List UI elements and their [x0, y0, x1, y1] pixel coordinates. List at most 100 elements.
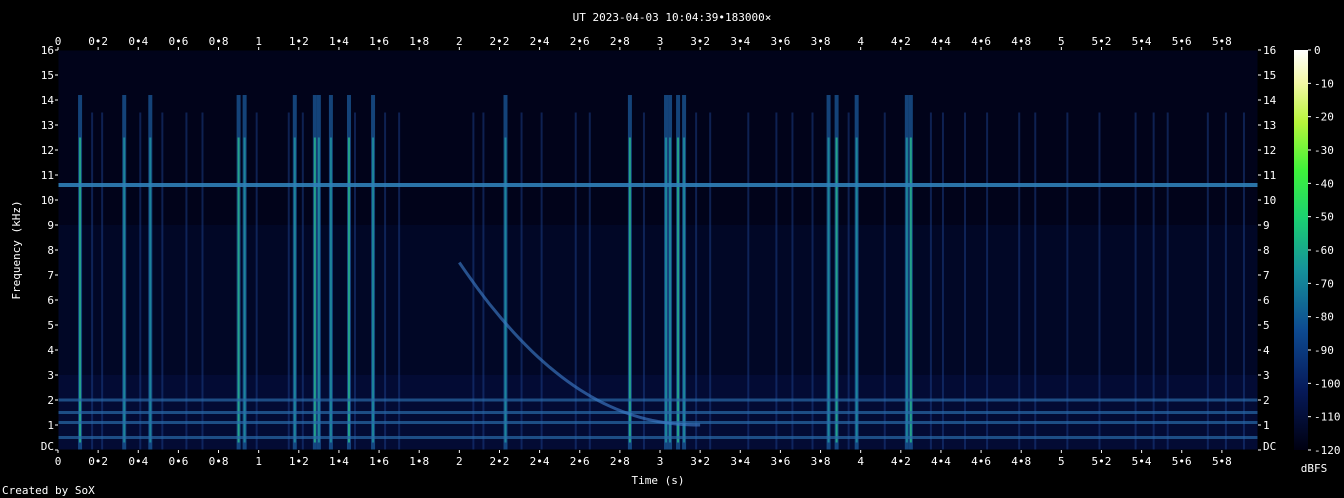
- y-tick-label: 10: [41, 194, 54, 207]
- x-tick-label: 2•4: [530, 35, 550, 48]
- colorbar-tick-label: -110: [1314, 411, 1341, 424]
- x-tick-label: 1•6: [369, 35, 389, 48]
- y-tick-label: 12: [41, 144, 54, 157]
- x-tick-label: 2•8: [610, 455, 630, 468]
- x-tick-label: 5•2: [1092, 35, 1112, 48]
- y-tick-label: 3: [47, 369, 54, 382]
- y-tick-label: 14: [41, 94, 55, 107]
- y-tick-label: 14: [1263, 94, 1277, 107]
- low-band: [58, 398, 1258, 402]
- x-tick-label: 3•2: [690, 35, 710, 48]
- y-tick-label: 11: [1263, 169, 1276, 182]
- y-axis-right: DC12345678910111213141516: [1258, 44, 1277, 453]
- x-tick-label: 5•2: [1092, 455, 1112, 468]
- x-tick-label: 4•4: [931, 35, 951, 48]
- tone-band: [58, 183, 1258, 187]
- y-tick-label: 13: [1263, 119, 1276, 132]
- x-tick-label: 4•8: [1011, 35, 1031, 48]
- colorbar-tick-label: -20: [1314, 111, 1334, 124]
- colorbar-tick-label: 0: [1314, 44, 1321, 57]
- spectrogram-chart: UT 2023-04-03 10:04:39•183000× 0 0•2 0•4 0•…: [2, 11, 1341, 497]
- x-tick-label: 4•4: [931, 455, 951, 468]
- x-tick-label: 2•6: [570, 455, 590, 468]
- x-tick-label: 1•2: [289, 35, 309, 48]
- x-tick-label: 2•2: [490, 455, 510, 468]
- y-tick-label: 6: [47, 294, 54, 307]
- x-tick-label: 0•4: [128, 35, 148, 48]
- y-tick-label: 12: [1263, 144, 1276, 157]
- colorbar-tick-label: -90: [1314, 344, 1334, 357]
- y-tick-label: 16: [1263, 44, 1276, 57]
- x-tick-label: 4•2: [891, 455, 911, 468]
- x-tick-label: 2•2: [490, 35, 510, 48]
- x-tick-label: 3•4: [730, 455, 750, 468]
- x-tick-label: 3•6: [770, 455, 790, 468]
- y-tick-label: 7: [1263, 269, 1270, 282]
- y-tick-label: 10: [1263, 194, 1276, 207]
- y-tick-label: 6: [1263, 294, 1270, 307]
- x-tick-label: 2•8: [610, 35, 630, 48]
- chart-title: UT 2023-04-03 10:04:39•183000×: [573, 11, 772, 24]
- y-tick-label: 9: [1263, 219, 1270, 232]
- y-axis-left: DC12345678910111213141516: [41, 44, 58, 453]
- y-tick-label: DC: [1263, 440, 1276, 453]
- colorbar-tick-label: -60: [1314, 244, 1334, 257]
- x-tick-label: 0: [55, 35, 62, 48]
- y-tick-label: 5: [47, 319, 54, 332]
- x-tick-label: 0•2: [88, 35, 108, 48]
- x-tick-label: 5: [1058, 35, 1065, 48]
- y-tick-label: 15: [1263, 69, 1276, 82]
- x-axis-bottom: 0 0•2 0•4 0•6 0•8 1 1•2 1•4 1•6 1•8 2 2•2 2•4 2•6 2•8 3…: [55, 450, 1232, 468]
- x-tick-label: 0•8: [209, 455, 229, 468]
- x-tick-label: 2: [456, 35, 463, 48]
- colorbar-tick-label: -80: [1314, 311, 1334, 324]
- y-tick-label: 5: [1263, 319, 1270, 332]
- x-tick-label: 3: [657, 35, 664, 48]
- colorbar-tick-label: -30: [1314, 144, 1334, 157]
- x-tick-label: 1: [255, 455, 262, 468]
- x-tick-label: 3•4: [730, 35, 750, 48]
- x-tick-label: 5•6: [1172, 35, 1192, 48]
- x-tick-label: 1•8: [409, 35, 429, 48]
- y-tick-label: 4: [47, 344, 54, 357]
- y-tick-label: 7: [47, 269, 54, 282]
- x-tick-label: 3•8: [811, 455, 831, 468]
- colorbar-tick-label: -10: [1314, 77, 1334, 90]
- y-tick-label: 16: [41, 44, 54, 57]
- x-tick-label: 5•4: [1132, 35, 1152, 48]
- y-tick-label: 15: [41, 69, 54, 82]
- x-tick-label: 3•2: [690, 455, 710, 468]
- x-tick-label: 3•8: [811, 35, 831, 48]
- x-tick-label: 5•6: [1172, 455, 1192, 468]
- x-tick-label: 4: [857, 455, 864, 468]
- x-tick-label: 5•8: [1212, 455, 1232, 468]
- x-tick-label: 0•8: [209, 35, 229, 48]
- y-tick-label: 1: [1263, 419, 1270, 432]
- x-tick-label: 0•4: [128, 455, 148, 468]
- colorbar-ticks: 0 -10 -20 -30 -40 -50 -60 -70 -80 -90 -100 -110 -120: [1308, 44, 1341, 457]
- x-tick-label: 4•6: [971, 35, 991, 48]
- x-tick-label: 1: [255, 35, 262, 48]
- y-tick-label: 8: [1263, 244, 1270, 257]
- x-tick-label: 0•6: [168, 455, 188, 468]
- x-tick-label: 4•6: [971, 455, 991, 468]
- y-tick-label: 4: [1263, 344, 1270, 357]
- colorbar-tick-label: -120: [1314, 444, 1341, 457]
- x-axis-top: 0 0•2 0•4 0•6 0•8 1 1•2 1•4 1•6 1•8 2 2•2 2•4 2•6 2•8 3…: [55, 35, 1232, 50]
- x-tick-label: 2•6: [570, 35, 590, 48]
- x-tick-label: 0•6: [168, 35, 188, 48]
- y-tick-label: DC: [41, 440, 54, 453]
- colorbar-tick-label: -100: [1314, 377, 1341, 390]
- colorbar-tick-label: -50: [1314, 211, 1334, 224]
- low-band: [58, 436, 1258, 439]
- y-tick-label: 2: [47, 394, 54, 407]
- x-tick-label: 1•8: [409, 455, 429, 468]
- y-tick-label: 3: [1263, 369, 1270, 382]
- colorbar-tick-label: -40: [1314, 177, 1334, 190]
- y-tick-label: 2: [1263, 394, 1270, 407]
- credit-text: Created by SoX: [2, 484, 95, 497]
- x-axis-label: Time (s): [632, 474, 685, 487]
- x-tick-label: 5•4: [1132, 455, 1152, 468]
- y-tick-label: 1: [47, 419, 54, 432]
- y-tick-label: 13: [41, 119, 54, 132]
